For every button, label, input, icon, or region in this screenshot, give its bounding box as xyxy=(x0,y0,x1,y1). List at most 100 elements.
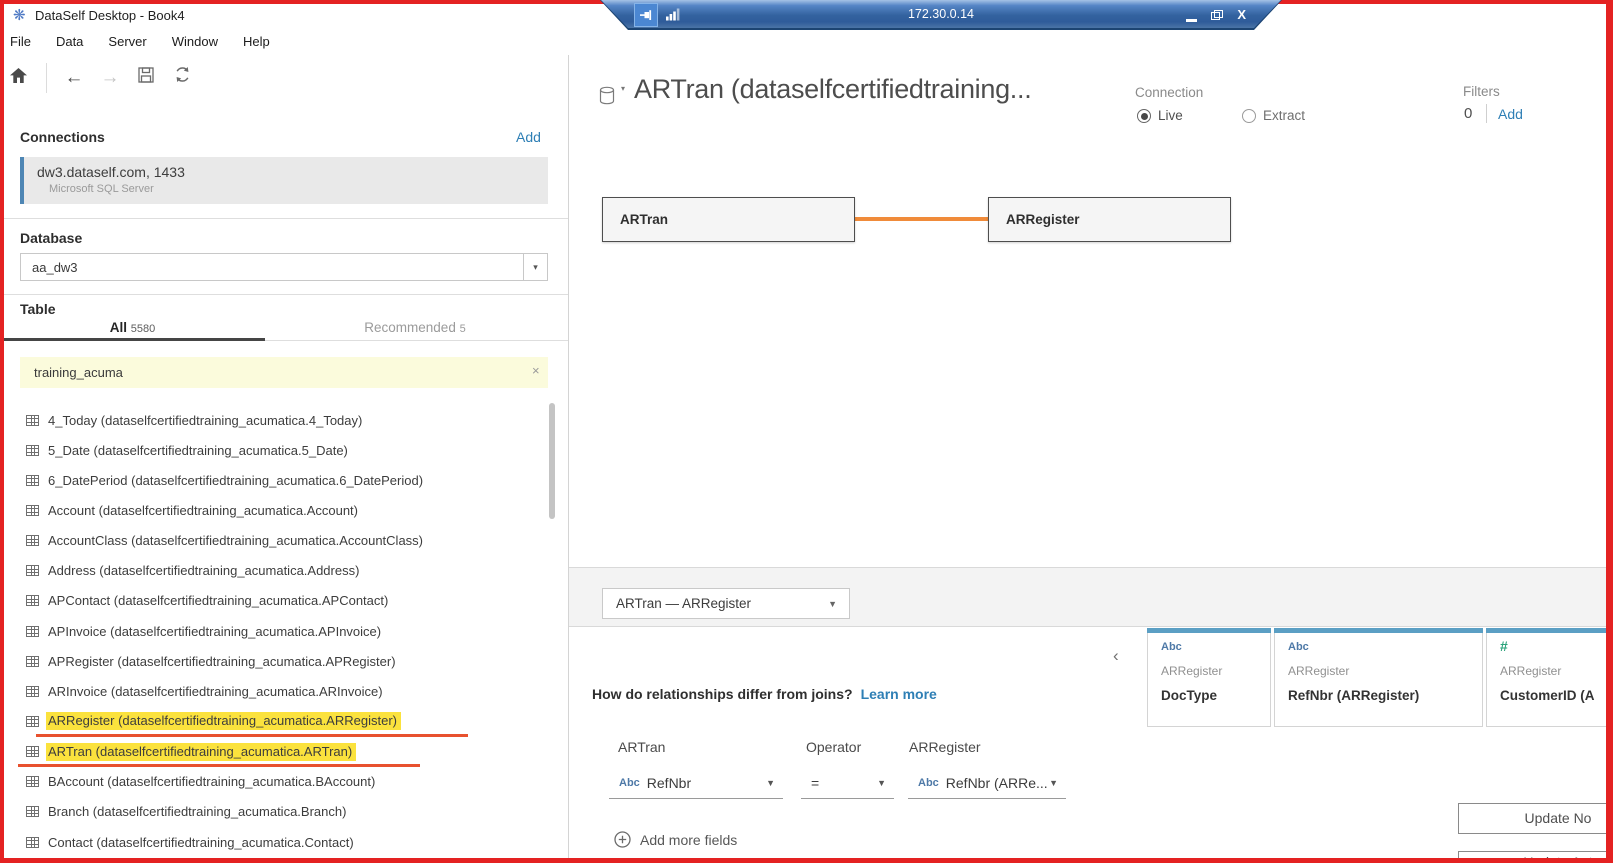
extract-radio-label[interactable]: Extract xyxy=(1263,108,1305,123)
table-grid-icon xyxy=(26,535,39,546)
rdp-connection-bar: 172.30.0.14 X xyxy=(600,0,1282,30)
filters-divider xyxy=(1486,104,1487,123)
back-button[interactable]: ← xyxy=(56,59,92,97)
grid-column-field: RefNbr (ARRegister) xyxy=(1288,688,1478,703)
chevron-down-icon: ▼ xyxy=(828,599,837,609)
database-select[interactable]: aa_dw3 ▾ xyxy=(20,253,548,281)
collapse-panel-chevron-icon[interactable]: ‹ xyxy=(1113,646,1119,666)
relationship-band: ARTran — ARRegister ▼ xyxy=(569,567,1613,627)
rdp-close-button[interactable]: X xyxy=(1237,5,1246,25)
app-logo-icon: ❋ xyxy=(13,6,26,24)
table-list-item[interactable]: 5_Date (dataselfcertifiedtraining_acumat… xyxy=(0,435,548,465)
table-list-item[interactable]: Branch (dataselfcertifiedtraining_acumat… xyxy=(0,797,548,827)
table-list-item-artran-highlighted[interactable]: ARTran (dataselfcertifiedtraining_acumat… xyxy=(0,737,548,767)
table-list-item[interactable]: 4_Today (dataselfcertifiedtraining_acuma… xyxy=(0,405,548,435)
table-list-scrollbar[interactable] xyxy=(549,403,555,519)
clear-search-icon[interactable]: × xyxy=(532,363,540,378)
rdp-address: 172.30.0.14 xyxy=(600,7,1282,21)
grid-column-header-doctype[interactable]: Abc ARRegister DocType xyxy=(1147,628,1271,727)
left-table-column-label: ARTran xyxy=(618,739,665,755)
table-list-item[interactable]: 6_DatePeriod (dataselfcertifiedtraining_… xyxy=(0,465,548,495)
toolbar-divider xyxy=(46,63,47,93)
chevron-down-icon: ▼ xyxy=(1049,778,1058,788)
tab-recommended[interactable]: Recommended 5 xyxy=(265,320,565,340)
operator-value: = xyxy=(811,775,877,791)
table-list-item[interactable]: ARInvoice (dataselfcertifiedtraining_acu… xyxy=(0,676,548,706)
table-grid-icon xyxy=(26,595,39,606)
connection-type: Microsoft SQL Server xyxy=(49,183,154,195)
add-more-fields-button[interactable]: Add more fields xyxy=(614,831,737,848)
left-panel-divider xyxy=(568,55,569,863)
table-grid-icon xyxy=(26,656,39,667)
forward-arrow-icon: → xyxy=(101,67,120,88)
live-radio[interactable] xyxy=(1137,109,1151,123)
learn-more-link[interactable]: Learn more xyxy=(861,686,937,702)
forward-button[interactable]: → xyxy=(92,59,128,97)
connection-card[interactable]: dw3.dataself.com, 1433 Microsoft SQL Ser… xyxy=(20,157,548,204)
left-field-select[interactable]: Abc RefNbr ▼ xyxy=(609,768,783,799)
canvas-table-artran[interactable]: ARTran xyxy=(602,197,855,242)
connection-label: Connection xyxy=(1135,85,1203,100)
table-list-item[interactable]: APInvoice (dataselfcertifiedtraining_acu… xyxy=(0,616,548,646)
relationships-question: How do relationships differ from joins?L… xyxy=(592,686,937,702)
table-grid-icon xyxy=(26,716,39,727)
menu-help[interactable]: Help xyxy=(243,34,270,49)
rdp-minimize-button[interactable] xyxy=(1186,19,1197,22)
field-type-abc-icon: Abc xyxy=(1288,641,1309,653)
plus-circle-icon xyxy=(614,831,631,848)
menu-data[interactable]: Data xyxy=(56,34,83,49)
table-list-item[interactable]: APContact (dataselfcertifiedtraining_acu… xyxy=(0,586,548,616)
table-grid-icon xyxy=(26,445,39,456)
add-connection-link[interactable]: Add xyxy=(516,129,541,145)
relationship-select[interactable]: ARTran — ARRegister ▼ xyxy=(602,588,850,619)
menu-window[interactable]: Window xyxy=(172,34,218,49)
section-divider xyxy=(0,218,568,219)
grid-column-table: ARRegister xyxy=(1161,664,1222,678)
home-icon xyxy=(10,68,27,83)
update-now-button[interactable]: Update No xyxy=(1458,803,1613,834)
left-field-value: RefNbr xyxy=(647,775,766,791)
table-search-input[interactable] xyxy=(20,357,548,388)
table-list-item-arregister-highlighted[interactable]: ARRegister (dataselfcertifiedtraining_ac… xyxy=(0,706,548,736)
tab-all[interactable]: All 5580 xyxy=(0,320,265,340)
relationship-connector-line[interactable] xyxy=(855,217,990,221)
save-icon xyxy=(138,67,154,83)
refresh-button[interactable] xyxy=(164,59,200,97)
grid-column-table: ARRegister xyxy=(1500,664,1561,678)
table-list-item[interactable]: Contact (dataselfcertifiedtraining_acuma… xyxy=(0,827,548,857)
tab-all-label: All xyxy=(110,320,127,335)
grid-column-header-customerid[interactable]: # ARRegister CustomerID (A xyxy=(1486,628,1613,727)
grid-column-header-refnbr[interactable]: Abc ARRegister RefNbr (ARRegister) xyxy=(1274,628,1483,727)
table-grid-icon xyxy=(26,565,39,576)
live-radio-label[interactable]: Live xyxy=(1158,108,1183,123)
chevron-down-icon[interactable]: ▾ xyxy=(621,84,625,93)
relationship-select-value: ARTran — ARRegister xyxy=(616,596,828,611)
canvas-table-arregister[interactable]: ARRegister xyxy=(988,197,1231,242)
rdp-restore-button[interactable] xyxy=(1211,10,1223,20)
grid-column-table: ARRegister xyxy=(1288,664,1349,678)
table-list-item[interactable]: Account (dataselfcertifiedtraining_acuma… xyxy=(0,495,548,525)
field-type-abc-icon: Abc xyxy=(918,777,939,789)
back-arrow-icon: ← xyxy=(65,67,84,88)
datasource-cylinder-icon[interactable] xyxy=(599,86,617,108)
right-field-value: RefNbr (ARRe... xyxy=(946,775,1049,791)
save-button[interactable] xyxy=(128,59,164,97)
table-grid-icon xyxy=(26,415,39,426)
table-grid-icon xyxy=(26,776,39,787)
chevron-down-icon[interactable]: ▾ xyxy=(523,254,547,280)
home-button[interactable] xyxy=(0,59,36,97)
operator-select[interactable]: = ▼ xyxy=(801,768,894,799)
extract-radio[interactable] xyxy=(1242,109,1256,123)
add-filter-link[interactable]: Add xyxy=(1498,106,1523,122)
menu-server[interactable]: Server xyxy=(108,34,146,49)
update-automatically-button[interactable]: Update Aut xyxy=(1458,851,1613,863)
table-list-item[interactable]: APRegister (dataselfcertifiedtraining_ac… xyxy=(0,646,548,676)
menu-file[interactable]: File xyxy=(10,34,31,49)
table-grid-icon xyxy=(26,626,39,637)
table-list-item[interactable]: AccountClass (dataselfcertifiedtraining_… xyxy=(0,526,548,556)
active-tab-indicator xyxy=(3,338,265,341)
field-type-abc-icon: Abc xyxy=(619,777,640,789)
right-field-select[interactable]: Abc RefNbr (ARRe... ▼ xyxy=(908,768,1066,799)
table-list-item[interactable]: BAccount (dataselfcertifiedtraining_acum… xyxy=(0,767,548,797)
table-list-item[interactable]: Address (dataselfcertifiedtraining_acuma… xyxy=(0,556,548,586)
